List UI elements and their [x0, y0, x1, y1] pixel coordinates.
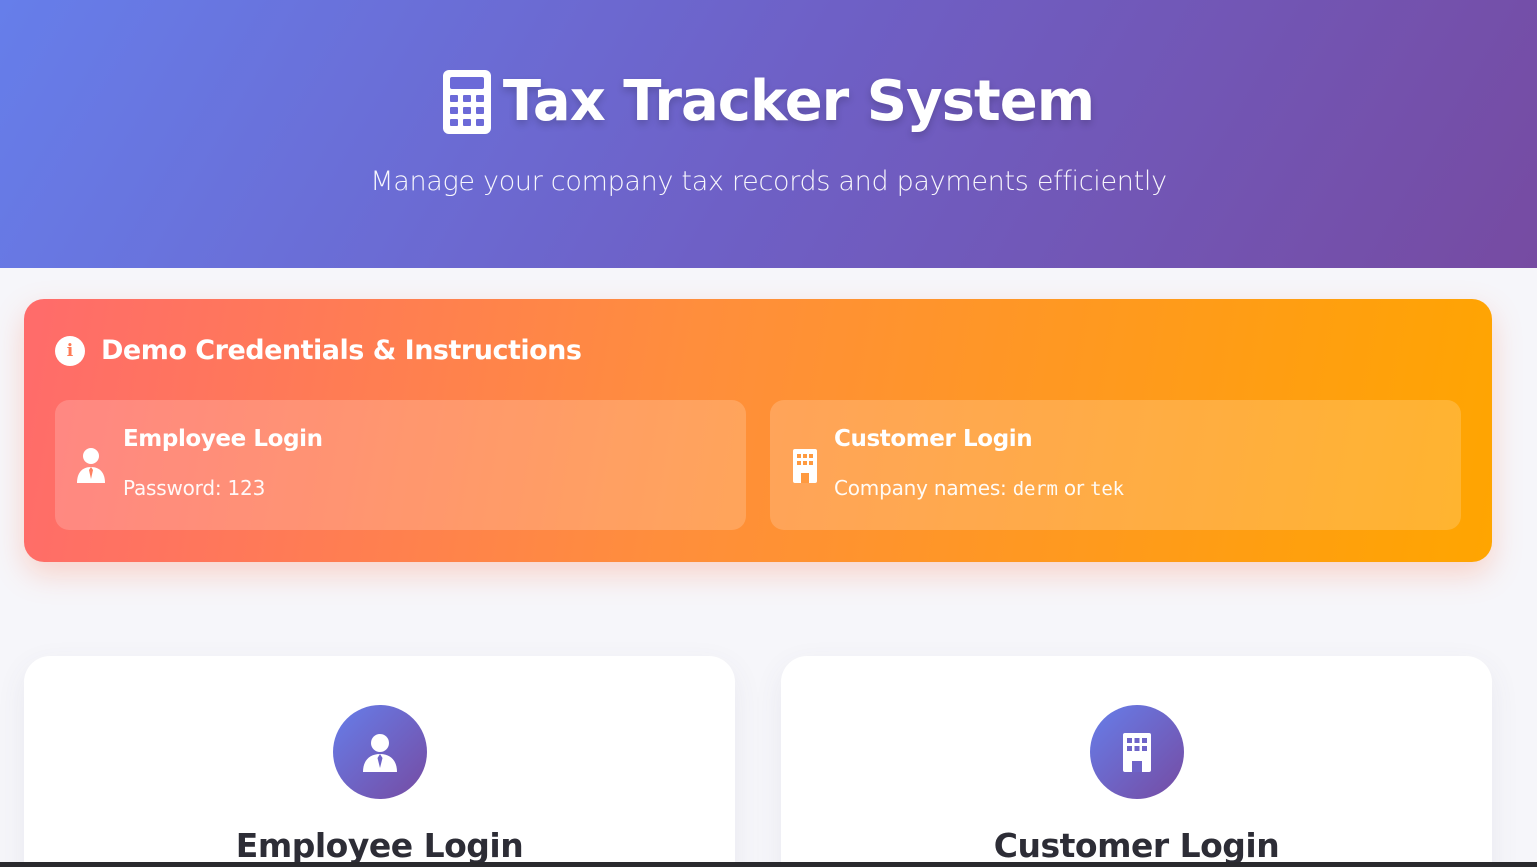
- demo-credentials-card: i Demo Credentials & Instructions Employ…: [24, 299, 1492, 562]
- company-names-label: Company names:: [834, 476, 1007, 500]
- customer-credentials-title: Customer Login: [834, 426, 1033, 452]
- page-title: Tax Tracker System: [502, 69, 1095, 134]
- password-value: 123: [227, 476, 266, 500]
- user-tie-icon: [362, 734, 397, 772]
- building-icon: [793, 449, 817, 483]
- company-name-derm: derm: [1012, 478, 1058, 500]
- employee-credentials-box: Employee Login Password: 123: [55, 400, 746, 530]
- employee-credentials-title: Employee Login: [123, 426, 323, 452]
- building-icon: [1122, 733, 1151, 772]
- info-icon: i: [55, 335, 85, 366]
- page-subtitle: Manage your company tax records and paym…: [370, 166, 1167, 197]
- employee-login-card[interactable]: Employee Login: [24, 656, 735, 867]
- calculator-icon: [442, 70, 491, 134]
- user-tie-icon: [77, 448, 105, 483]
- customer-credentials-box: Customer Login Company names: derm or te…: [770, 400, 1461, 530]
- password-label: Password:: [123, 476, 222, 500]
- window-bottom-edge: [0, 862, 1537, 867]
- customer-login-title: Customer Login: [993, 826, 1280, 865]
- customer-credentials-desc: Company names: derm or tek: [834, 476, 1124, 500]
- employee-login-title: Employee Login: [235, 826, 524, 865]
- demo-title: Demo Credentials & Instructions: [101, 335, 582, 366]
- header-title-row: Tax Tracker System: [0, 62, 1537, 142]
- customer-login-card[interactable]: Customer Login: [781, 656, 1492, 867]
- employee-login-avatar: [332, 705, 427, 799]
- demo-header: i Demo Credentials & Instructions: [55, 335, 582, 366]
- company-name-joiner: or: [1063, 476, 1084, 500]
- employee-credentials-desc: Password: 123: [123, 476, 265, 500]
- page-header: Tax Tracker System Manage your company t…: [0, 0, 1537, 268]
- customer-login-avatar: [1089, 705, 1184, 799]
- company-name-tek: tek: [1090, 478, 1124, 500]
